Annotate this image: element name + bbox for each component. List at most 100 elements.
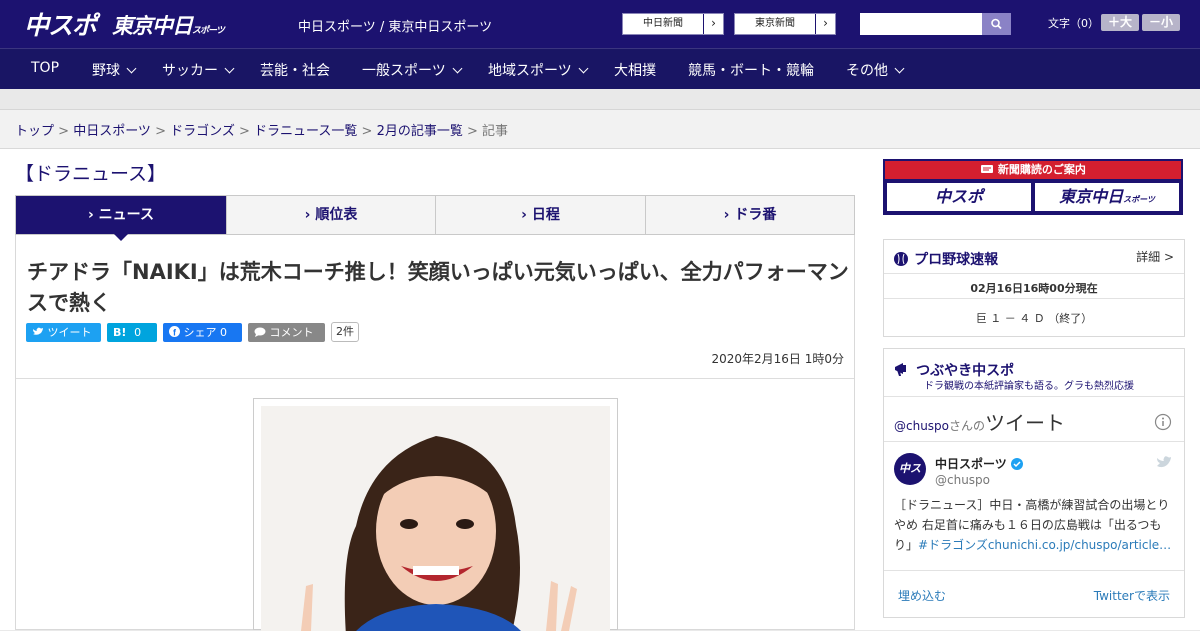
chevron-down-icon [126, 63, 137, 74]
ad-band [0, 89, 1200, 110]
nav-local-sports-label: 地域スポーツ [488, 63, 572, 79]
embed-link[interactable]: 埋め込む [898, 587, 946, 604]
nav-entertainment[interactable]: 芸能・社会 [260, 60, 330, 80]
subscribe-title: 新聞購読のご案内 [997, 163, 1086, 176]
search-button[interactable] [982, 13, 1011, 35]
photo-image [261, 406, 610, 631]
subscribe-tokyo-chunichi[interactable]: 東京中日スポーツ [1035, 183, 1179, 211]
info-icon[interactable] [1154, 413, 1172, 431]
view-on-twitter-link[interactable]: Twitterで表示 [1094, 587, 1170, 604]
divider [884, 273, 1184, 274]
facebook-icon: f [169, 326, 180, 338]
breadcrumb-chuspo[interactable]: 中日スポーツ [73, 124, 151, 139]
tweet-label: ツイート [47, 326, 92, 339]
nav-sumo-label: 大相撲 [614, 63, 656, 79]
tokyo-shimbun-label: 東京新聞 [755, 18, 795, 29]
tweet-author-name[interactable]: 中日スポーツ [935, 455, 1023, 472]
font-smaller-button[interactable]: －小 [1142, 14, 1180, 31]
breadcrumb-february[interactable]: 2月の記事一覧 [377, 124, 463, 139]
hatena-label: B! [113, 326, 127, 339]
paper-links[interactable]: 中日スポーツ / 東京中日スポーツ [298, 16, 492, 35]
breadcrumb-sep: > [150, 124, 171, 139]
tweet-text: ［ドラニュース］中日・高橋が練習試合の出場とりやめ 右足首に痛みも１６日の広島戦… [894, 495, 1178, 555]
divider [884, 441, 1184, 442]
breadcrumb-sep: > [462, 124, 483, 139]
tweets-title: ツイート [985, 411, 1066, 435]
facebook-share-button[interactable]: f シェア 0 [163, 323, 242, 342]
tab-schedule-label: 日程 [531, 207, 560, 223]
nav-entertainment-label: 芸能・社会 [260, 63, 330, 79]
baseball-header: プロ野球速報 [893, 248, 998, 269]
tweets-header: @chuspoさんのツイート [894, 407, 1065, 436]
avatar[interactable]: 中ス [894, 453, 926, 485]
site-logo[interactable]: 中スポ [24, 6, 97, 42]
comment-button[interactable]: コメント [248, 323, 325, 342]
tab-standings[interactable]: › 順位表 [227, 196, 436, 234]
divider [884, 298, 1184, 299]
breadcrumb-sep: > [54, 124, 74, 139]
share-label: シェア [183, 326, 217, 339]
font-larger-button[interactable]: ＋大 [1101, 14, 1139, 31]
chevron-down-icon [578, 63, 589, 74]
twitter-bird-icon[interactable] [1156, 455, 1172, 469]
comment-count[interactable]: 2件 [331, 322, 359, 342]
hatena-button[interactable]: B! 0 [107, 323, 157, 342]
section-tabs: › ニュース › 順位表 › 日程 › ドラ番 [15, 195, 855, 241]
subscribe-header: 新聞購読のご案内 [885, 161, 1181, 179]
nav-top-label: TOP [31, 60, 60, 76]
tokyo-logo-text: 東京中日 [112, 14, 193, 38]
nav-sumo[interactable]: 大相撲 [614, 60, 656, 80]
subscribe-tokyo-label: 東京中日 [1059, 187, 1124, 206]
tweets-handle-suffix: さんの [949, 419, 986, 433]
nav-soccer[interactable]: サッカー [162, 60, 235, 80]
baseball-detail-link[interactable]: 詳細 > [1136, 248, 1174, 265]
speech-bubble-icon [254, 327, 266, 337]
breadcrumb-dora-news[interactable]: ドラニュース一覧 [254, 124, 357, 139]
chunichi-shimbun-link[interactable]: 中日新聞 › [622, 13, 724, 35]
baseball-title: プロ野球速報 [914, 252, 999, 268]
newspaper-icon [981, 165, 994, 173]
tab-dora-ban-label: ドラ番 [734, 207, 777, 223]
tab-schedule[interactable]: › 日程 [436, 196, 646, 234]
cheerleader-photo-illustration [261, 406, 610, 631]
subscribe-banner[interactable]: 新聞購読のご案内 中スポ 東京中日スポーツ [883, 159, 1183, 215]
tweet-author-handle[interactable]: @chuspo [935, 473, 990, 487]
subscribe-chuspo[interactable]: 中スポ [887, 183, 1031, 211]
nav-keiba-label: 競馬・ボート・競輪 [688, 63, 814, 79]
top-bar: 中スポ 東京中日スポーツ 中日スポーツ / 東京中日スポーツ 中日新聞 › 東京… [0, 0, 1200, 48]
nav-keiba[interactable]: 競馬・ボート・競輪 [688, 60, 814, 80]
hatena-count: 0 [134, 326, 142, 339]
baseball-scores-panel: プロ野球速報 詳細 > 02月16日16時00分現在 巨 １ － ４ Ｄ （終了… [883, 239, 1185, 337]
tokyo-logo-small: スポーツ [192, 26, 225, 36]
nav-other-label: その他 [846, 63, 888, 79]
tab-dora-ban[interactable]: › ドラ番 [646, 196, 854, 234]
nav-other[interactable]: その他 [846, 60, 905, 80]
breadcrumb-sep: > [234, 124, 255, 139]
tokyo-chunichi-logo[interactable]: 東京中日スポーツ [112, 10, 225, 40]
breadcrumb-top[interactable]: トップ [15, 124, 54, 139]
nav-top[interactable]: TOP [31, 60, 59, 76]
baseball-score[interactable]: 巨 １ － ４ Ｄ （終了） [884, 310, 1184, 326]
nav-local-sports[interactable]: 地域スポーツ [488, 60, 589, 80]
chevron-down-icon [894, 63, 905, 74]
nav-general-sports[interactable]: 一般スポーツ [362, 60, 463, 80]
nav-baseball-label: 野球 [92, 63, 120, 79]
tweets-handle[interactable]: @chuspo [894, 419, 949, 433]
tab-news[interactable]: › ニュース [16, 196, 227, 241]
megaphone-icon [895, 363, 906, 376]
chunichi-shimbun-label: 中日新聞 [643, 18, 683, 29]
twitter-bird-icon [33, 327, 43, 335]
chevron-down-icon [224, 63, 235, 74]
divider [884, 396, 1184, 397]
main-nav: TOP 野球 サッカー 芸能・社会 一般スポーツ 地域スポーツ 大相撲 競馬・ボ… [0, 48, 1200, 89]
search-input[interactable] [860, 13, 982, 35]
nav-baseball[interactable]: 野球 [92, 60, 137, 80]
tokyo-shimbun-link[interactable]: 東京新聞 › [734, 13, 836, 35]
tweet-link[interactable]: #ドラゴンズchunichi.co.jp/chuspo/article… [918, 538, 1171, 552]
nav-general-sports-label: 一般スポーツ [362, 63, 446, 79]
article-photo[interactable] [253, 398, 618, 631]
breadcrumb-dragons[interactable]: ドラゴンズ [170, 124, 235, 139]
tweet-button[interactable]: ツイート [26, 323, 101, 342]
nav-soccer-label: サッカー [162, 63, 218, 79]
share-count: 0 [220, 326, 227, 339]
